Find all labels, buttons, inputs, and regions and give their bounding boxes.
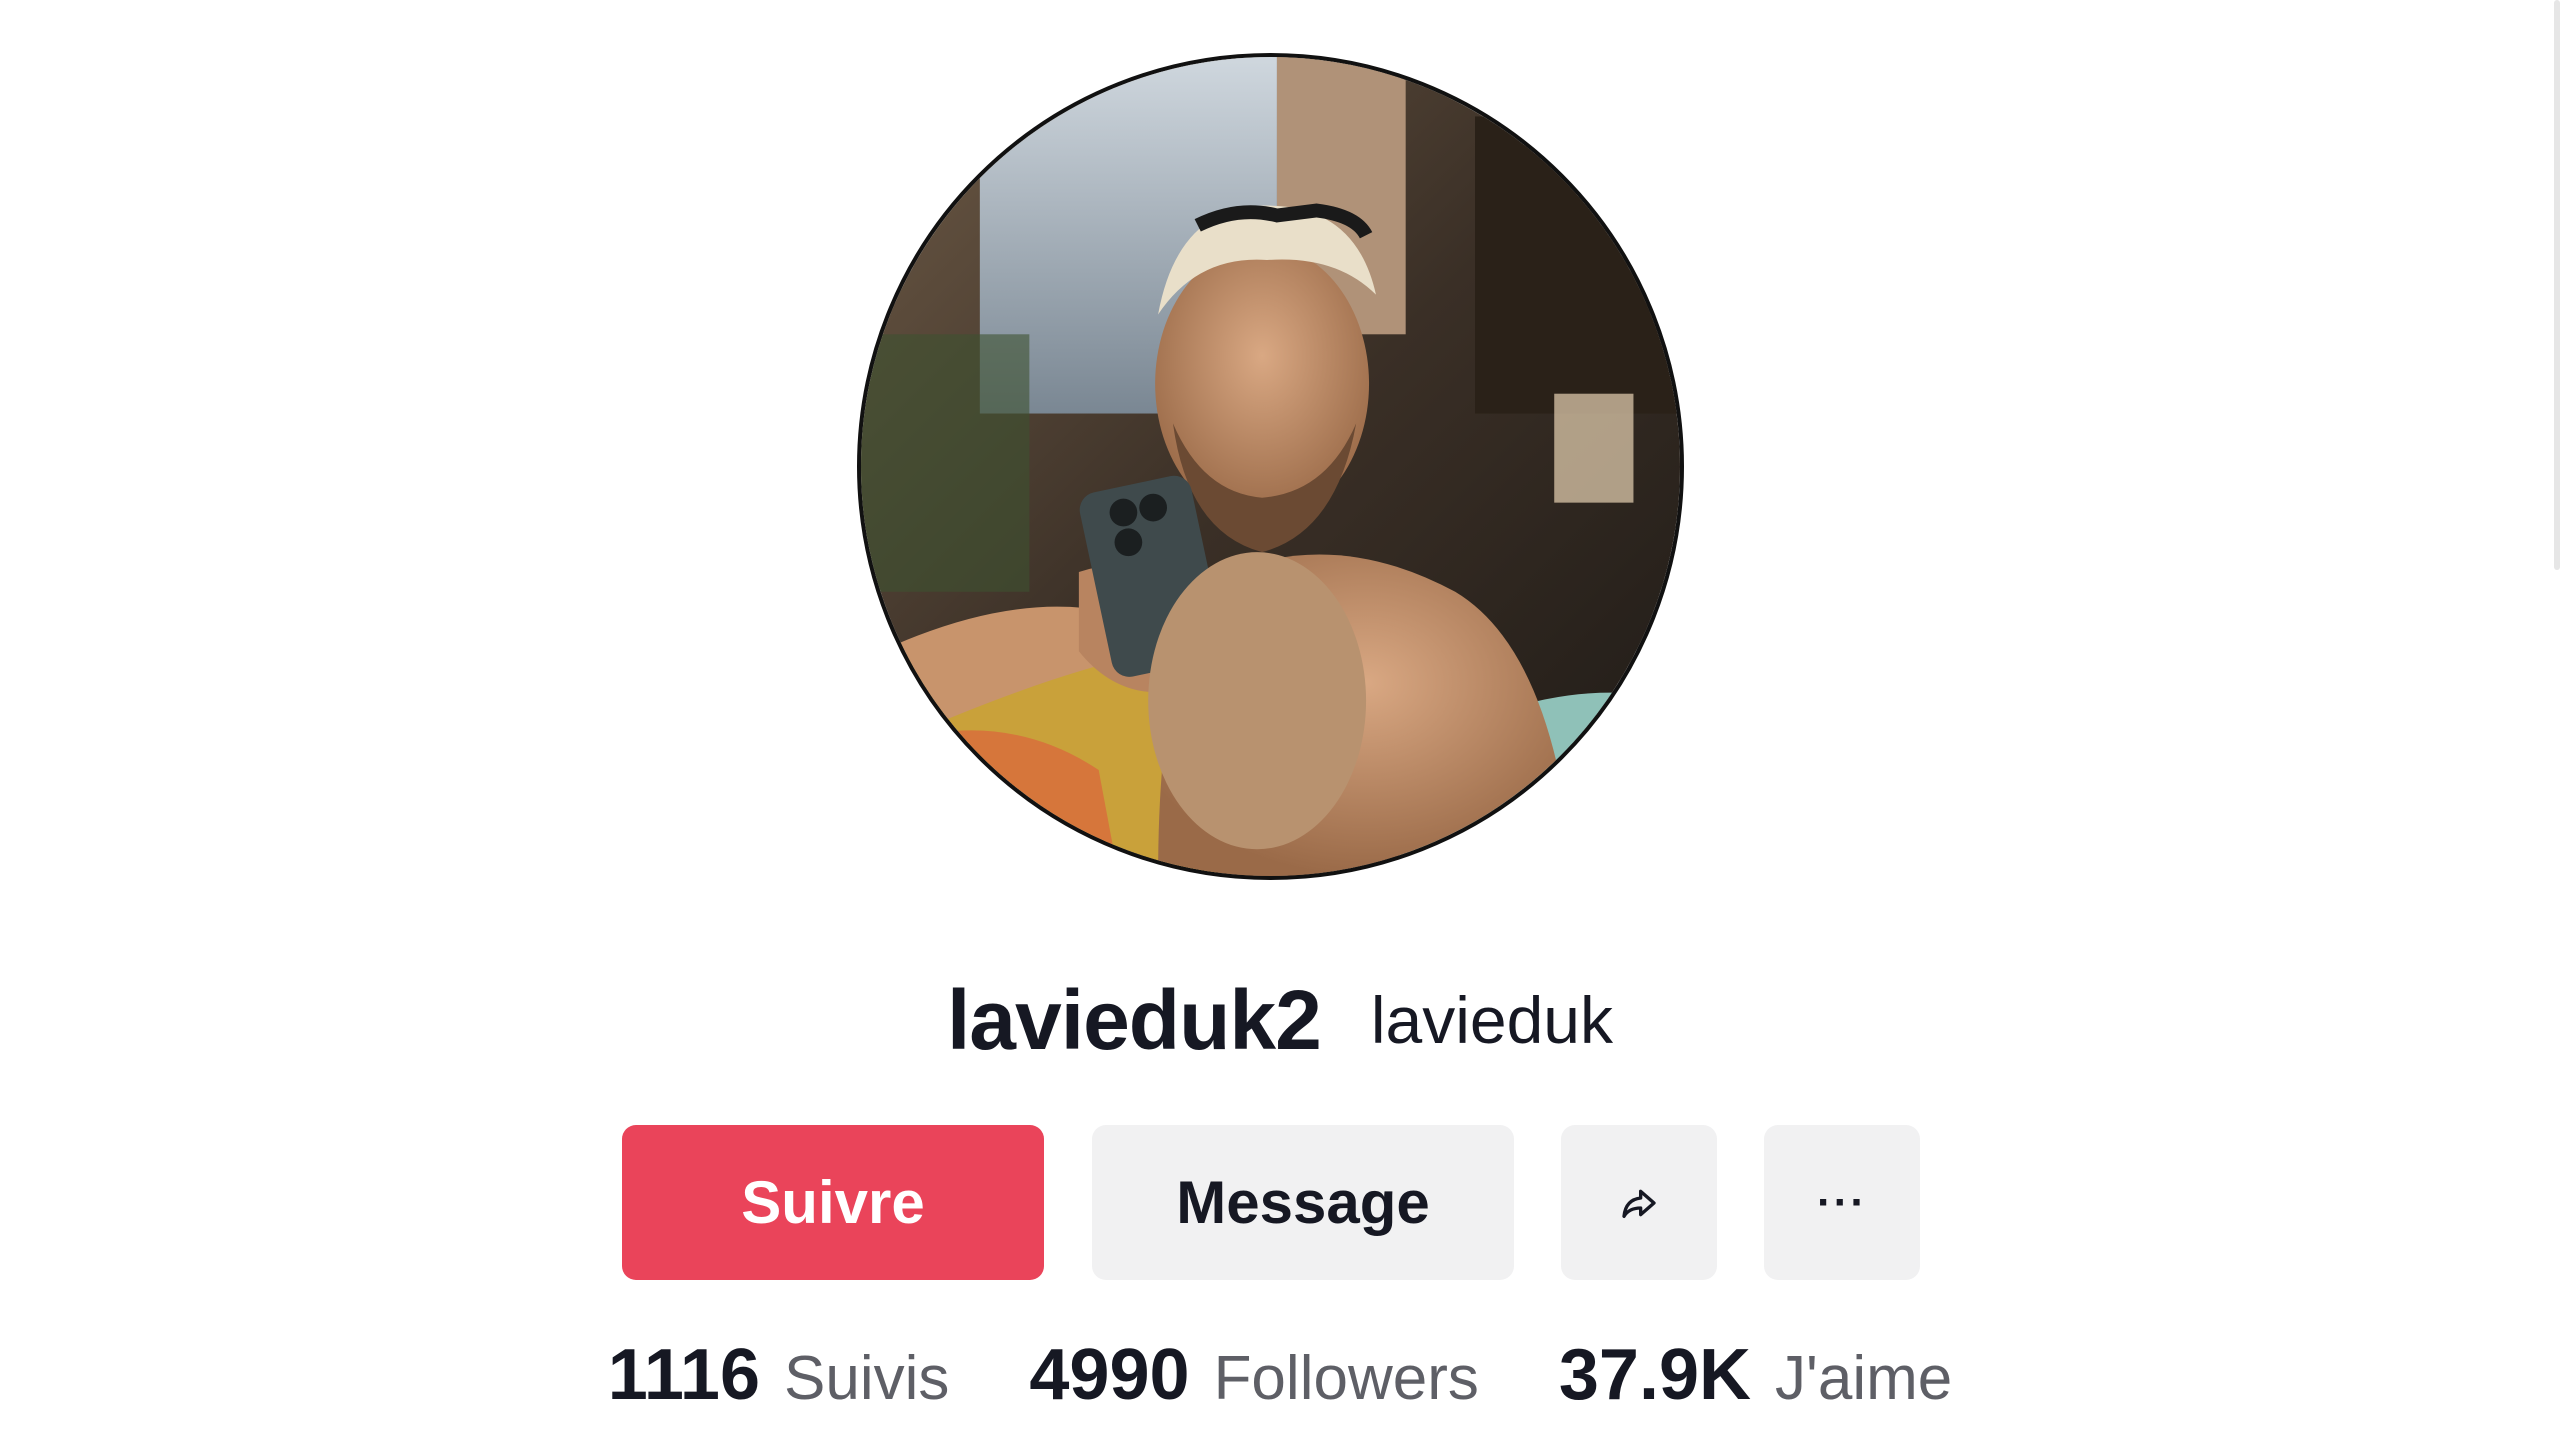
share-arrow-icon bbox=[1622, 1189, 1656, 1218]
message-button[interactable]: Message bbox=[1092, 1125, 1514, 1280]
stat-label: J'aime bbox=[1775, 1344, 1953, 1413]
username: lavieduk2 bbox=[946, 972, 1322, 1067]
follow-button[interactable]: Suivre bbox=[622, 1125, 1044, 1280]
stat-following[interactable]: 1116 Suivis bbox=[608, 1334, 950, 1416]
profile-page: lavieduk2 lavieduk Suivre Message ··· 11… bbox=[0, 0, 2560, 1451]
profile-avatar[interactable] bbox=[857, 53, 1684, 880]
stat-label: Followers bbox=[1213, 1344, 1479, 1413]
share-button[interactable] bbox=[1561, 1125, 1717, 1280]
avatar-photo bbox=[861, 57, 1680, 876]
profile-names: lavieduk2 lavieduk bbox=[0, 960, 2560, 1080]
stat-label: Suivis bbox=[784, 1344, 950, 1413]
stat-value: 37.9K bbox=[1558, 1335, 1751, 1415]
stat-followers[interactable]: 4990 Followers bbox=[1029, 1334, 1478, 1416]
nickname: lavieduk bbox=[1370, 983, 1614, 1057]
stat-likes: 37.9K J'aime bbox=[1559, 1334, 1952, 1416]
more-options-button[interactable]: ··· bbox=[1764, 1125, 1920, 1280]
stat-value: 4990 bbox=[1029, 1335, 1190, 1415]
profile-stats: 1116 Suivis 4990 Followers 37.9K J'aime bbox=[0, 1320, 2560, 1430]
stat-value: 1116 bbox=[607, 1335, 760, 1415]
scrollbar[interactable] bbox=[2554, 0, 2560, 570]
